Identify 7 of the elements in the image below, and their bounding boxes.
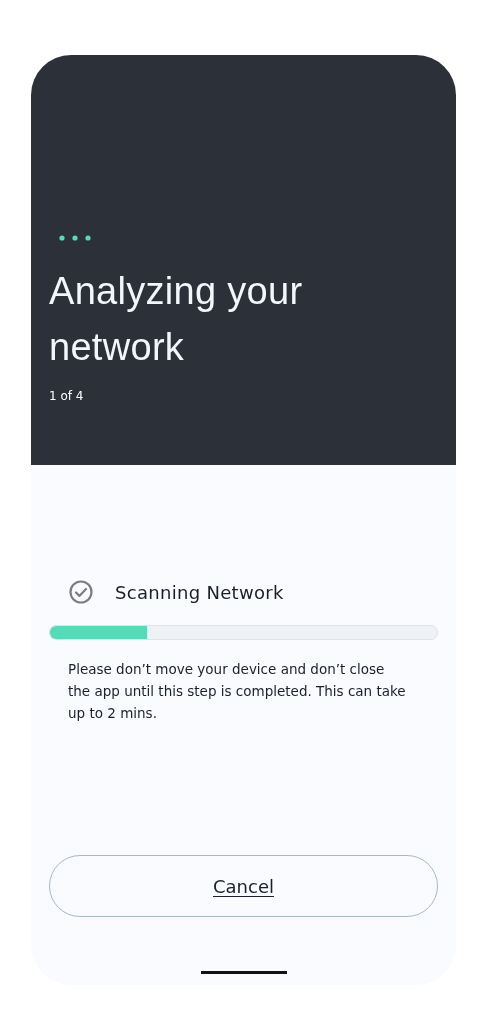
- check-circle-icon: [68, 579, 94, 605]
- task-label: Scanning Network: [115, 581, 284, 603]
- info-message: Please don’t move your device and don’t close the app until this step is completed. This can take up to 2 mins.: [68, 660, 407, 723]
- step-counter: 1 of 4: [49, 389, 84, 403]
- loading-dots-icon: [59, 235, 91, 241]
- cancel-button[interactable]: Cancel: [49, 855, 438, 917]
- page-title: Analyzing your network: [49, 269, 304, 370]
